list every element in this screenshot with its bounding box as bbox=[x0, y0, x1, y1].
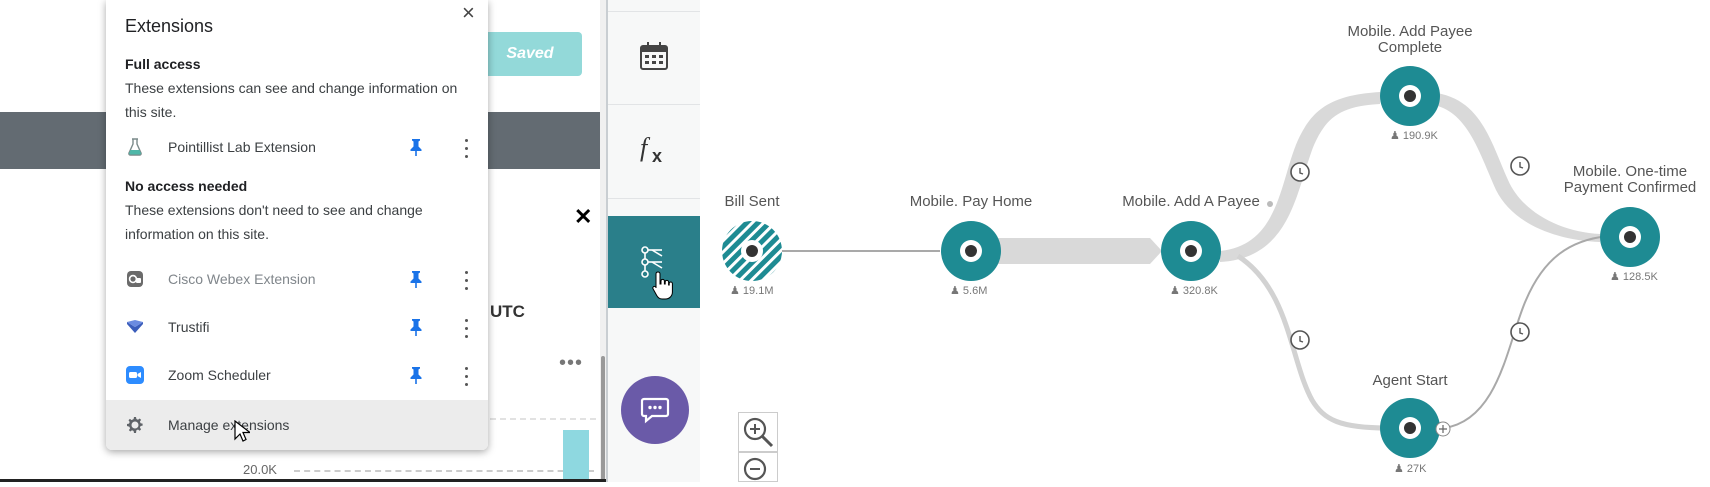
extension-item-webex[interactable]: Cisco Webex Extension bbox=[106, 258, 488, 304]
calendar-icon[interactable] bbox=[638, 40, 670, 72]
timer-badge bbox=[1290, 162, 1310, 182]
manage-extensions-label: Manage extensions bbox=[168, 417, 290, 433]
person-icon: ♟ bbox=[1394, 463, 1407, 475]
node-label: Mobile. Pay Home bbox=[909, 193, 1033, 210]
node-label: Mobile. Add A Payee bbox=[1122, 193, 1260, 210]
extension-name: Trustifi bbox=[168, 319, 210, 335]
journey-flow-diagram bbox=[722, 66, 1660, 458]
flow-path-major bbox=[998, 238, 1162, 264]
extension-item-pointillist[interactable]: Pointillist Lab Extension bbox=[106, 126, 488, 172]
hand-cursor-icon bbox=[652, 270, 674, 302]
node-label: Agent Start bbox=[1372, 372, 1448, 389]
person-icon: ♟ bbox=[730, 285, 743, 297]
axis-tick-label: 20.0K bbox=[243, 462, 277, 477]
person-icon: ♟ bbox=[1170, 285, 1183, 297]
zoom-in-icon[interactable] bbox=[738, 412, 778, 452]
mouse-cursor-icon bbox=[234, 419, 252, 444]
chart-gridline bbox=[294, 470, 594, 472]
rail-divider bbox=[608, 104, 700, 105]
no-access-description: These extensions don't need to see and c… bbox=[125, 202, 423, 242]
node-label: Bill Sent bbox=[724, 193, 780, 210]
flow-node-agent-start bbox=[1380, 398, 1451, 458]
node-count: ♟ 320.8K bbox=[1170, 285, 1218, 297]
node-count: ♟ 27K bbox=[1394, 463, 1427, 475]
flow-edge bbox=[1236, 253, 1389, 431]
extensions-popup: Extensions × Full access These extension… bbox=[106, 0, 488, 450]
full-access-description: These extensions can see and change info… bbox=[125, 80, 458, 120]
extension-name: Pointillist Lab Extension bbox=[168, 139, 316, 155]
saved-button[interactable]: Saved bbox=[478, 32, 582, 76]
pin-icon[interactable] bbox=[408, 269, 424, 289]
person-icon: ♟ bbox=[1610, 271, 1623, 283]
rail-divider bbox=[608, 198, 700, 199]
timer-badge bbox=[1510, 156, 1530, 176]
rail-divider bbox=[608, 11, 700, 12]
chart-bar bbox=[563, 430, 589, 482]
function-icon[interactable]: fx bbox=[636, 130, 672, 166]
person-icon: ♟ bbox=[1390, 130, 1403, 142]
manage-extensions-button[interactable]: Manage extensions bbox=[106, 400, 488, 450]
timezone-label: UTC bbox=[490, 302, 525, 321]
timer-badge bbox=[1290, 330, 1310, 350]
node-label: Mobile. One-time Payment Confirmed bbox=[1563, 163, 1697, 196]
zoom-icon bbox=[126, 366, 144, 384]
flow-node-payment-confirmed bbox=[1600, 207, 1660, 267]
flask-icon bbox=[126, 138, 144, 156]
extension-item-zoom[interactable]: Zoom Scheduler bbox=[106, 354, 488, 400]
extension-name: Zoom Scheduler bbox=[168, 367, 271, 383]
node-count: ♟ 19.1M bbox=[730, 285, 774, 297]
close-icon[interactable]: × bbox=[462, 0, 475, 26]
timer-badge bbox=[1510, 322, 1530, 342]
popup-title: Extensions bbox=[125, 16, 214, 36]
extension-name: Cisco Webex Extension bbox=[168, 271, 316, 287]
no-access-heading: No access needed bbox=[125, 178, 248, 194]
flow-node-pay-home bbox=[941, 221, 1001, 281]
zoom-out-icon[interactable] bbox=[738, 452, 778, 482]
more-vert-icon[interactable] bbox=[460, 316, 472, 340]
trustifi-icon bbox=[126, 318, 144, 336]
more-vert-icon[interactable] bbox=[460, 136, 472, 160]
extension-item-trustifi[interactable]: Trustifi bbox=[106, 306, 488, 352]
close-icon[interactable]: ✕ bbox=[574, 204, 592, 230]
node-count: ♟ 190.9K bbox=[1390, 130, 1438, 142]
node-count: ♟ 5.6M bbox=[950, 285, 988, 297]
person-icon: ♟ bbox=[950, 285, 963, 297]
node-count: ♟ 128.5K bbox=[1610, 271, 1658, 283]
pin-icon[interactable] bbox=[408, 317, 424, 337]
pin-icon[interactable] bbox=[408, 137, 424, 157]
flow-node-add-payee bbox=[1161, 221, 1221, 281]
webex-icon bbox=[126, 270, 144, 288]
pin-icon[interactable] bbox=[408, 365, 424, 385]
scrollbar-thumb[interactable] bbox=[601, 356, 605, 482]
chat-icon bbox=[640, 396, 670, 424]
svg-text:x: x bbox=[652, 146, 662, 166]
full-access-heading: Full access bbox=[125, 56, 201, 72]
gear-icon bbox=[126, 416, 144, 434]
more-options-button[interactable]: ••• bbox=[559, 352, 583, 375]
more-vert-icon[interactable] bbox=[460, 268, 472, 292]
flow-node-bill-sent bbox=[722, 221, 782, 281]
svg-text:f: f bbox=[640, 133, 651, 162]
flow-node-add-payee-complete bbox=[1380, 66, 1440, 126]
node-label: Mobile. Add Payee Complete bbox=[1347, 23, 1473, 56]
more-vert-icon[interactable] bbox=[460, 364, 472, 388]
